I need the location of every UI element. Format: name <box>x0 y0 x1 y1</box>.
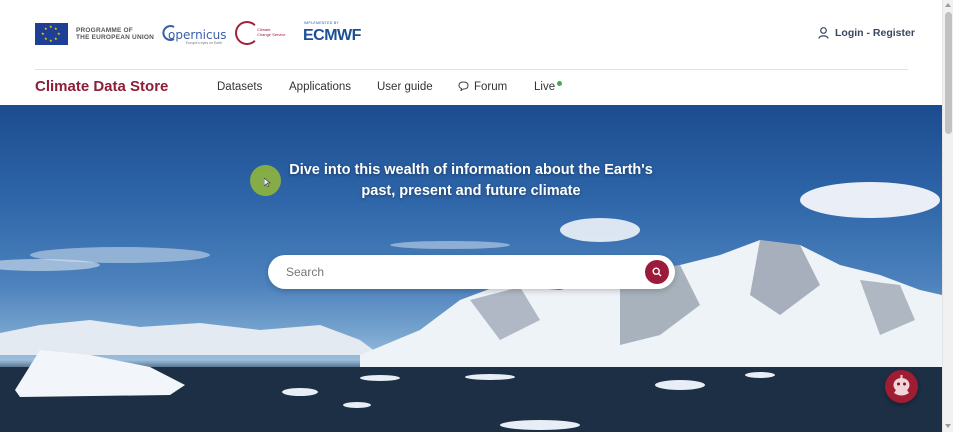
search-icon <box>652 267 662 277</box>
nav-item-applications[interactable]: Applications <box>289 81 351 93</box>
search-bar <box>268 255 675 289</box>
nav-item-datasets[interactable]: Datasets <box>217 81 262 93</box>
top-logo-bar: ★ ★ ★ ★ ★ ★ ★ ★ PROGRAMME OF THE EUROPEAN UNI… <box>0 0 942 70</box>
ecmwf-logo[interactable]: IMPLEMENTED BY ECMWF <box>303 21 393 47</box>
nav-item-live[interactable]: Live <box>534 81 555 93</box>
chat-bubble-icon <box>458 81 469 91</box>
main-nav: Climate Data Store Datasets Applications… <box>0 70 942 105</box>
scroll-down-arrow-icon[interactable] <box>945 424 951 428</box>
scroll-thumb[interactable] <box>945 12 952 134</box>
climate-change-service-logo[interactable]: Climate Change Service <box>235 21 291 47</box>
eu-programme-text: PROGRAMME OF THE EUROPEAN UNION <box>76 27 154 41</box>
login-label: Login - Register <box>835 27 915 39</box>
copernicus-logo[interactable]: opernicus Europe's eyes on Earth <box>162 21 226 47</box>
nav-item-user-guide[interactable]: User guide <box>377 81 433 93</box>
user-icon <box>818 27 829 39</box>
scroll-up-arrow-icon[interactable] <box>945 3 951 7</box>
assistant-chat-button[interactable] <box>885 370 918 403</box>
live-indicator-dot <box>557 81 562 86</box>
eu-flag-logo: ★ ★ ★ ★ ★ ★ ★ ★ <box>35 23 68 45</box>
page-scrollbar[interactable] <box>942 0 953 432</box>
hero-headline: Dive into this wealth of information abo… <box>289 162 653 199</box>
search-button[interactable] <box>645 260 669 284</box>
hero-banner: Dive into this wealth of information abo… <box>0 105 942 432</box>
login-register-link[interactable]: Login - Register <box>818 27 915 39</box>
site-brand[interactable]: Climate Data Store <box>35 78 168 95</box>
search-input[interactable] <box>286 255 626 289</box>
chatbot-icon <box>893 375 910 396</box>
nav-item-forum[interactable]: Forum <box>458 81 507 93</box>
